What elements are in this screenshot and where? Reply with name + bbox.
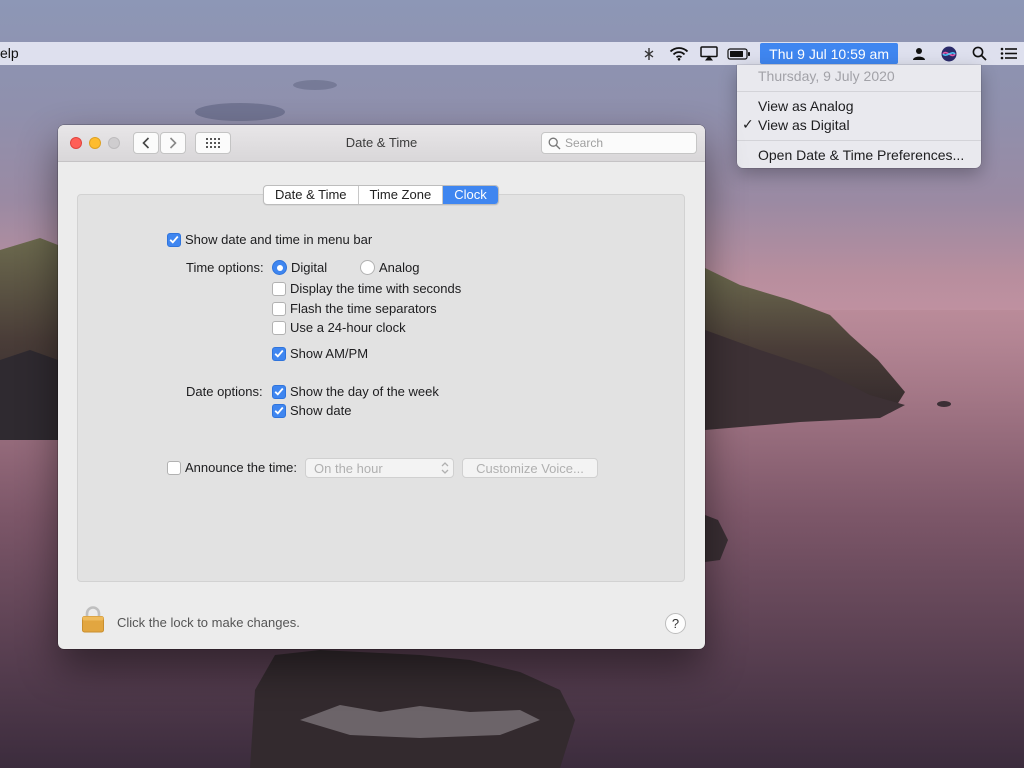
show-in-menubar-label: Show date and time in menu bar xyxy=(185,232,373,247)
menu-separator xyxy=(737,91,981,92)
screen-mirror-icon[interactable] xyxy=(634,42,664,65)
notification-center-icon[interactable] xyxy=(994,42,1024,65)
menu-bar: elp Thu 9 Jul 10:59 am xyxy=(0,42,1024,65)
show-date-checkbox[interactable] xyxy=(272,403,286,418)
spotlight-search-icon[interactable] xyxy=(964,42,994,65)
check-icon xyxy=(274,387,284,396)
tab-date-time[interactable]: Date & Time xyxy=(264,186,359,204)
digital-option[interactable]: Digital xyxy=(272,260,327,275)
date-options-label: Date options: xyxy=(186,384,263,399)
tab-time-zone[interactable]: Time Zone xyxy=(359,186,444,204)
display-seconds-checkbox[interactable] xyxy=(272,281,286,296)
battery-icon[interactable] xyxy=(724,42,754,65)
help-button[interactable]: ? xyxy=(665,613,686,634)
announce-time-option[interactable]: Announce the time: xyxy=(167,460,297,475)
menubar-clock[interactable]: Thu 9 Jul 10:59 am xyxy=(760,43,898,64)
show-day-of-week-label: Show the day of the week xyxy=(290,384,439,399)
lock-message: Click the lock to make changes. xyxy=(117,615,300,630)
check-icon xyxy=(169,235,179,244)
window-titlebar: Date & Time xyxy=(58,125,705,162)
menu-item-view-analog[interactable]: View as Analog xyxy=(758,98,853,114)
wifi-icon[interactable] xyxy=(664,42,694,65)
flash-separators-option[interactable]: Flash the time separators xyxy=(272,301,437,316)
show-day-of-week-option[interactable]: Show the day of the week xyxy=(272,384,439,399)
show-date-label: Show date xyxy=(290,403,352,418)
chevron-updown-icon xyxy=(441,462,449,474)
digital-radio[interactable] xyxy=(272,260,287,275)
airplay-icon[interactable] xyxy=(694,42,724,65)
clock-settings-panel: Show date and time in menu bar Time opti… xyxy=(77,194,685,582)
use-24h-label: Use a 24-hour clock xyxy=(290,320,406,335)
checkmark-icon: ✓ xyxy=(742,116,754,132)
tab-bar: Date & Time Time Zone Clock xyxy=(263,185,499,205)
menu-item-view-digital[interactable]: View as Digital xyxy=(758,117,850,133)
use-24h-checkbox[interactable] xyxy=(272,320,286,335)
search-field[interactable] xyxy=(541,132,697,154)
digital-label: Digital xyxy=(291,260,328,275)
announce-time-checkbox[interactable] xyxy=(167,460,181,475)
tab-clock[interactable]: Clock xyxy=(443,186,498,204)
siri-icon[interactable] xyxy=(934,42,964,65)
menu-extras: Thu 9 Jul 10:59 am xyxy=(634,42,1024,65)
customize-voice-button[interactable]: Customize Voice... xyxy=(462,458,598,478)
analog-label: Analog xyxy=(379,260,420,275)
show-date-option[interactable]: Show date xyxy=(272,403,351,418)
display-seconds-option[interactable]: Display the time with seconds xyxy=(272,281,461,296)
time-options-label: Time options: xyxy=(186,260,264,275)
menu-item-open-preferences[interactable]: Open Date & Time Preferences... xyxy=(758,147,964,163)
announce-interval-popup[interactable]: On the hour xyxy=(305,458,454,478)
menu-item-current-date: Thursday, 9 July 2020 xyxy=(758,68,895,84)
show-ampm-checkbox[interactable] xyxy=(272,346,286,361)
analog-radio[interactable] xyxy=(360,260,375,275)
menu-separator xyxy=(737,140,981,141)
use-24h-option[interactable]: Use a 24-hour clock xyxy=(272,320,406,335)
show-day-of-week-checkbox[interactable] xyxy=(272,384,286,399)
show-in-menubar-checkbox[interactable] xyxy=(167,232,181,247)
display-seconds-label: Display the time with seconds xyxy=(290,281,462,296)
check-icon xyxy=(274,349,284,358)
clock-dropdown-menu: Thursday, 9 July 2020 View as Analog ✓ V… xyxy=(737,65,981,168)
announce-time-label: Announce the time: xyxy=(185,460,298,475)
announce-interval-value: On the hour xyxy=(314,460,383,476)
search-input[interactable] xyxy=(565,136,695,150)
check-icon xyxy=(274,406,284,415)
date-time-preferences-window: Date & Time Date & Time Time Zone Clock … xyxy=(58,125,705,649)
search-icon xyxy=(548,137,561,149)
show-in-menubar-option[interactable]: Show date and time in menu bar xyxy=(167,232,372,247)
user-icon[interactable] xyxy=(904,42,934,65)
analog-option[interactable]: Analog xyxy=(360,260,419,275)
menu-help[interactable]: elp xyxy=(0,45,19,61)
show-ampm-label: Show AM/PM xyxy=(290,346,369,361)
show-ampm-option[interactable]: Show AM/PM xyxy=(272,346,368,361)
flash-separators-label: Flash the time separators xyxy=(290,301,437,316)
lock-icon[interactable] xyxy=(81,606,105,636)
flash-separators-checkbox[interactable] xyxy=(272,301,286,316)
